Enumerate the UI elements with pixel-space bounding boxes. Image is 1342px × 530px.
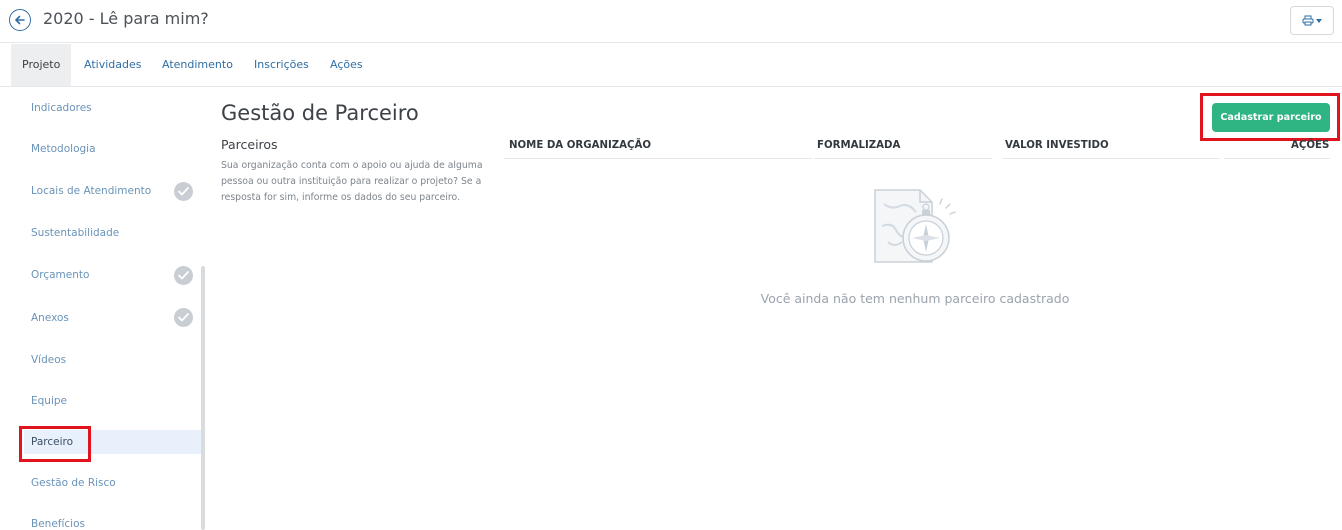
section-subtitle: Parceiros [221, 137, 278, 152]
printer-icon [1302, 11, 1314, 30]
back-arrow-icon[interactable] [9, 9, 31, 31]
check-icon [174, 182, 193, 201]
tab-acoes[interactable]: Ações [330, 44, 363, 86]
empty-state-message: Você ainda não tem nenhum parceiro cadas… [760, 291, 1070, 306]
tab-projeto[interactable]: Projeto [11, 44, 72, 86]
sidebar-item-sustentabilidade[interactable]: Sustentabilidade [0, 221, 201, 245]
sidebar-item-locais-de-atendimento[interactable]: Locais de Atendimento [0, 179, 201, 203]
section-title: Gestão de Parceiro [221, 101, 419, 125]
column-header-nome: NOME DA ORGANIZAÇÃO [509, 140, 652, 151]
check-icon [174, 266, 193, 285]
tab-atendimento[interactable]: Atendimento [162, 44, 233, 86]
sidebar: Indicadores Metodologia Locais de Atendi… [0, 87, 207, 530]
sidebar-item-equipe[interactable]: Equipe [0, 389, 201, 413]
section-description: Sua organização conta com o apoio ou aju… [221, 160, 483, 203]
print-dropdown-button[interactable] [1290, 6, 1334, 35]
check-icon [174, 308, 193, 327]
map-compass-icon [868, 186, 964, 276]
sidebar-item-anexos[interactable]: Anexos [0, 306, 201, 330]
tab-inscricoes[interactable]: Inscrições [254, 44, 309, 86]
cadastrar-parceiro-button[interactable]: Cadastrar parceiro [1212, 103, 1330, 132]
sidebar-item-videos[interactable]: Vídeos [0, 348, 201, 372]
sidebar-item-orcamento[interactable]: Orçamento [0, 263, 201, 287]
top-bar: 2020 - Lê para mim? [0, 0, 1342, 43]
column-header-valor: VALOR INVESTIDO [1005, 140, 1109, 151]
header-divider [1002, 158, 1220, 159]
header-divider [814, 158, 992, 159]
header-divider [504, 158, 812, 159]
sidebar-scrollbar[interactable] [201, 266, 205, 530]
sidebar-item-indicadores[interactable]: Indicadores [0, 96, 201, 120]
sidebar-item-beneficios[interactable]: Benefícios [0, 512, 201, 530]
tab-atividades[interactable]: Atividades [84, 44, 141, 86]
highlight-box [19, 426, 91, 462]
sidebar-item-gestao-de-risco[interactable]: Gestão de Risco [0, 471, 201, 495]
column-header-acoes: AÇÕES [1291, 140, 1330, 151]
sidebar-item-metodologia[interactable]: Metodologia [0, 137, 201, 161]
page-title: 2020 - Lê para mim? [43, 9, 209, 28]
tab-bar: Projeto Atividades Atendimento Inscriçõe… [0, 44, 1342, 87]
chevron-down-icon [1316, 18, 1322, 23]
column-header-formalizada: FORMALIZADA [817, 140, 901, 151]
header-divider [1224, 158, 1330, 159]
